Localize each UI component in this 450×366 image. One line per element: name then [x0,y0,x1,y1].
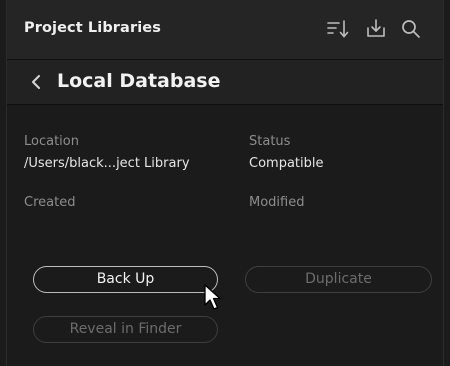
status-label: Status [249,134,291,149]
panel-header: Project Libraries [7,0,443,60]
panel-title: Project Libraries [24,20,161,36]
created-label: Created [24,195,76,210]
database-details: Location /Users/black...ject Library Sta… [7,106,443,366]
database-title-bar: Local Database [7,60,443,105]
location-label: Location [24,134,79,149]
project-libraries-panel: Project Libraries Local Database Locatio… [6,0,444,366]
location-value: /Users/black...ject Library [24,156,190,171]
modified-label: Modified [249,195,305,210]
reveal-in-finder-button[interactable]: Reveal in Finder [33,316,218,343]
sort-icon[interactable] [325,16,351,42]
duplicate-button[interactable]: Duplicate [245,266,432,293]
database-title: Local Database [57,70,221,92]
back-chevron-icon[interactable] [24,69,48,95]
import-icon[interactable] [363,16,389,42]
status-value: Compatible [249,156,324,171]
search-icon[interactable] [398,16,424,42]
back-up-button[interactable]: Back Up [33,266,218,293]
